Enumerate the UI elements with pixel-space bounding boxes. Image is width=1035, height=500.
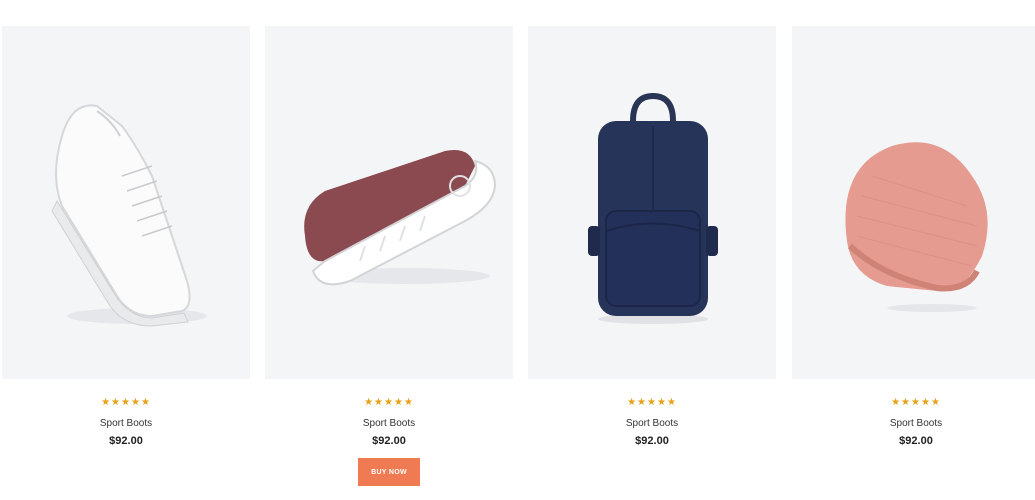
product-name[interactable]: Sport Boots (2, 417, 250, 430)
product-image-pink-beanie[interactable] (792, 26, 1035, 379)
product-price: $92.00 (109, 435, 143, 447)
product-price: $92.00 (899, 435, 933, 447)
product-image-white-sneaker[interactable] (2, 26, 250, 379)
product-image-navy-backpack[interactable] (528, 26, 776, 379)
product-grid: ★★★★★ Sport Boots $92.00 ★★★★★ Sport Boo… (0, 0, 1035, 500)
buy-now-button[interactable]: BUY NOW (358, 458, 420, 486)
product-card[interactable]: ★★★★★ Sport Boots $92.00 (2, 26, 250, 486)
product-price: $92.00 (372, 435, 406, 447)
product-card[interactable]: ★★★★★ Sport Boots $92.00 (792, 26, 1035, 486)
rating-stars: ★★★★★ (364, 397, 414, 408)
product-name[interactable]: Sport Boots (792, 417, 1035, 430)
product-name[interactable]: Sport Boots (265, 417, 513, 430)
product-image-maroon-shoe-sole[interactable] (265, 26, 513, 379)
product-card[interactable]: ★★★★★ Sport Boots $92.00 BUY NOW (265, 26, 513, 486)
product-card[interactable]: ★★★★★ Sport Boots $92.00 (528, 26, 776, 486)
product-name[interactable]: Sport Boots (528, 417, 776, 430)
rating-stars: ★★★★★ (891, 397, 941, 408)
rating-stars: ★★★★★ (627, 397, 677, 408)
rating-stars: ★★★★★ (101, 397, 151, 408)
product-price: $92.00 (635, 435, 669, 447)
